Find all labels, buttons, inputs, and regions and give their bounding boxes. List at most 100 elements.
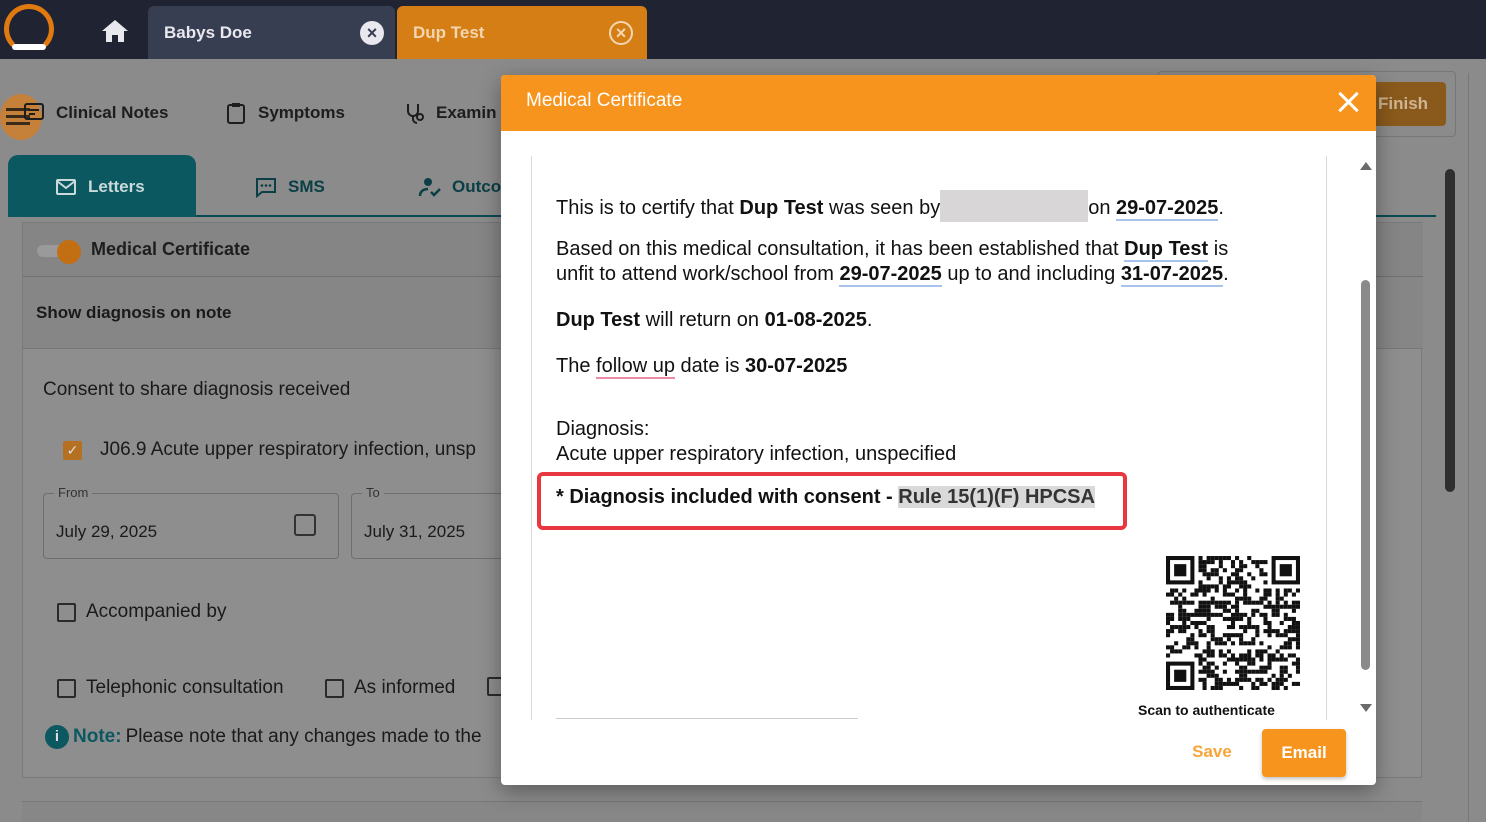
qr-module: [1255, 685, 1260, 690]
telephonic-option[interactable]: Telephonic consultation: [57, 677, 284, 699]
qr-module: [1230, 633, 1236, 638]
nav-examination[interactable]: Examin: [402, 101, 496, 125]
qr-module: [1239, 637, 1244, 642]
qr-module: [1226, 677, 1231, 682]
save-button[interactable]: Save: [1177, 729, 1247, 775]
text: was seen by: [823, 197, 941, 219]
toggle-knob: [57, 240, 81, 264]
qr-module: [1230, 592, 1236, 597]
qr-module: [1218, 564, 1223, 569]
qr-module: [1206, 653, 1211, 658]
qr-module: [1291, 616, 1296, 621]
qr-module: [1206, 572, 1211, 577]
qr-module: [1259, 681, 1264, 686]
modal-scrollbar[interactable]: [1359, 156, 1373, 716]
qr-module: [1206, 584, 1211, 589]
diagnosis-checkbox[interactable]: ✓: [63, 440, 82, 460]
panel-title: Medical Certificate: [91, 239, 251, 259]
qr-module: [1210, 633, 1215, 638]
from-date-field[interactable]: From July 29, 2025: [43, 485, 339, 559]
qr-module: [1230, 580, 1236, 585]
qr-module: [1166, 620, 1171, 626]
qr-module: [1222, 633, 1227, 638]
scroll-up-icon[interactable]: [1360, 162, 1372, 170]
qr-module: [1263, 572, 1268, 577]
qr-module: [1202, 560, 1207, 565]
close-icon[interactable]: [1337, 91, 1359, 113]
qr-module: [1206, 645, 1211, 650]
qr-module: [1166, 629, 1171, 634]
qr-module: [1235, 633, 1240, 638]
qr-module: [1267, 645, 1272, 650]
qr-module: [1198, 568, 1203, 573]
tab-dup-test[interactable]: Dup Test ×: [397, 6, 647, 59]
qr-module: [1275, 629, 1280, 634]
subtab-outcome[interactable]: Outco: [418, 175, 501, 199]
qr-module: [1283, 629, 1288, 634]
as-informed-option[interactable]: As informed: [325, 677, 455, 699]
qr-module: [1182, 600, 1187, 605]
qr-module: [1243, 669, 1248, 674]
nav-clinical-notes[interactable]: Clinical Notes: [22, 101, 168, 125]
qr-module: [1283, 612, 1288, 617]
subtab-sms[interactable]: SMS: [254, 175, 325, 199]
certificate-toggle[interactable]: [37, 239, 81, 264]
qr-module: [1210, 560, 1215, 565]
as-informed-checkbox[interactable]: [325, 678, 344, 698]
qr-module: [1279, 653, 1284, 658]
qr-module: [1263, 592, 1268, 597]
home-icon[interactable]: [100, 18, 130, 44]
nav-symptoms[interactable]: Symptoms: [224, 101, 345, 125]
qr-module: [1291, 600, 1296, 605]
qr-module: [1210, 673, 1215, 678]
qr-module: [1178, 649, 1183, 654]
accompanied-checkbox[interactable]: [57, 602, 76, 622]
from-value: July 29, 2025: [56, 522, 158, 541]
email-button[interactable]: Email: [1262, 729, 1346, 777]
qr-module: [1222, 608, 1227, 613]
page-scroll-thumb[interactable]: [1445, 169, 1455, 492]
user-check-icon: [418, 178, 441, 197]
calendar-icon[interactable]: [294, 514, 316, 536]
qr-module: [1206, 604, 1211, 609]
qr-module: [1206, 560, 1211, 565]
text: .: [866, 309, 873, 331]
cert-line-return: Dup Test will return on 01-08-2025.: [556, 308, 872, 333]
close-icon[interactable]: ×: [609, 21, 633, 45]
qr-module: [1247, 625, 1252, 630]
modal-scroll-thumb[interactable]: [1361, 280, 1370, 670]
qr-module: [1239, 633, 1244, 638]
qr-module: [1263, 620, 1268, 626]
subtab-letters[interactable]: Letters: [54, 175, 145, 199]
patient-name: Dup Test: [1124, 238, 1209, 262]
text: .: [1223, 263, 1229, 285]
qr-module: [1235, 596, 1240, 601]
diagnosis-item[interactable]: ✓ J06.9 Acute upper respiratory infectio…: [63, 439, 476, 461]
qr-module: [1275, 657, 1280, 662]
qr-module: [1182, 616, 1187, 621]
qr-module: [1243, 673, 1248, 678]
qr-module: [1243, 612, 1248, 617]
qr-module: [1186, 600, 1191, 605]
qr-module: [1255, 649, 1260, 654]
qr-module: [1271, 657, 1276, 662]
qr-module: [1283, 600, 1288, 605]
qr-module: [1247, 661, 1252, 666]
qr-module: [1251, 600, 1256, 605]
qr-module: [1235, 616, 1240, 621]
telephonic-checkbox[interactable]: [57, 678, 76, 698]
qr-module: [1295, 637, 1300, 642]
qr-module: [1235, 681, 1240, 686]
accompanied-option[interactable]: Accompanied by: [57, 601, 226, 623]
qr-module: [1291, 608, 1296, 613]
close-icon[interactable]: ×: [360, 21, 384, 45]
qr-module: [1235, 580, 1240, 585]
page-scrollbar[interactable]: [1444, 149, 1456, 822]
scroll-down-icon[interactable]: [1360, 704, 1372, 712]
tab-babys-doe[interactable]: Babys Doe ×: [148, 6, 395, 59]
qr-module: [1259, 653, 1264, 658]
qr-module: [1206, 625, 1211, 630]
top-bar: Babys Doe × Dup Test ×: [0, 0, 1486, 59]
qr-module: [1206, 665, 1211, 670]
return-date: 01-08-2025: [764, 309, 867, 331]
